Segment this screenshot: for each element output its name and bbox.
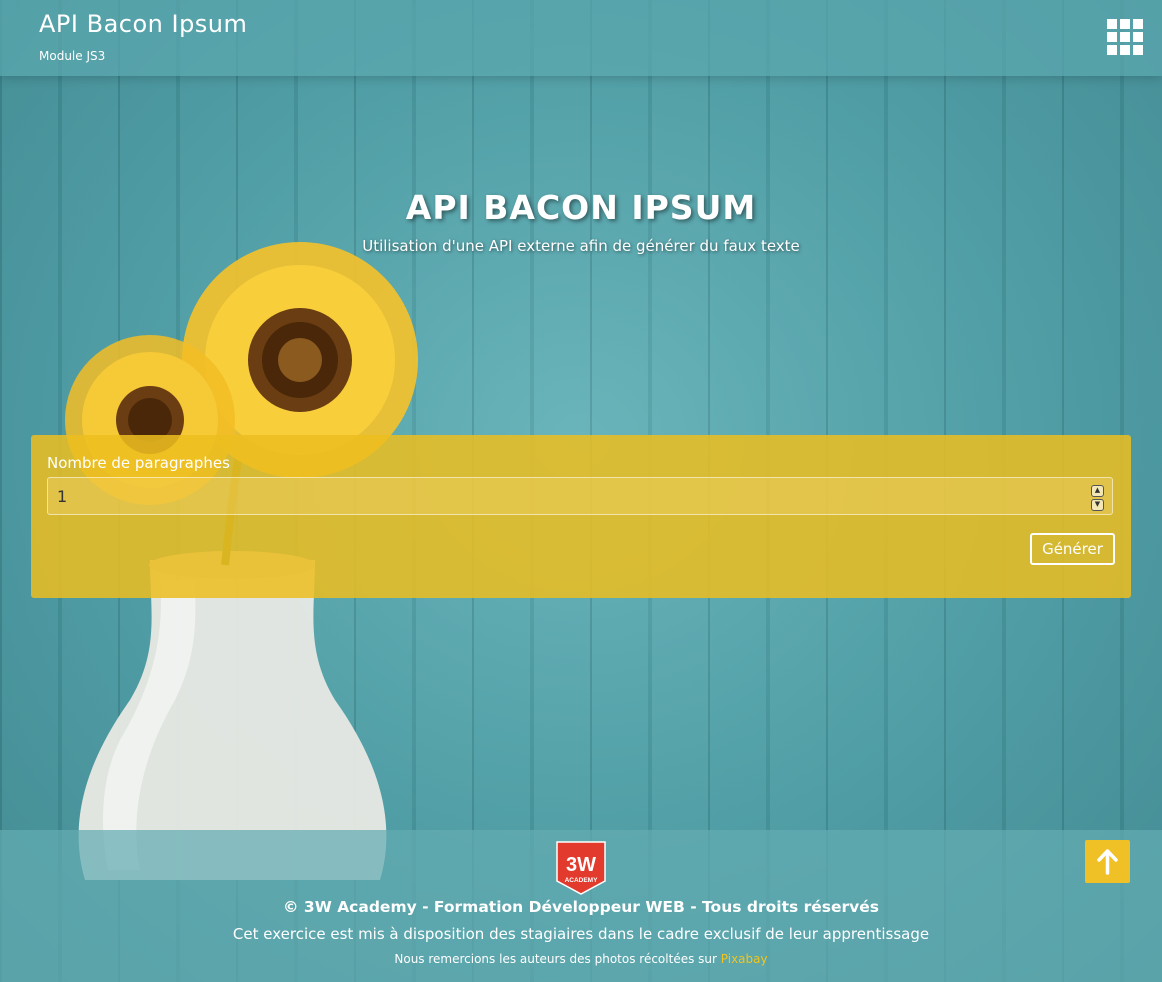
credits-prefix: Nous remercions les auteurs des photos r… (394, 952, 721, 966)
generate-button[interactable]: Générer (1030, 533, 1115, 565)
3w-academy-logo[interactable]: 3W ACADEMY (556, 841, 606, 895)
apps-grid-cell (1107, 32, 1117, 42)
site-header: API Bacon Ipsum Module JS3 (0, 0, 1162, 76)
site-subtitle: Module JS3 (39, 49, 106, 63)
apps-grid-cell (1133, 45, 1143, 55)
apps-grid-cell (1133, 19, 1143, 29)
apps-grid-cell (1107, 45, 1117, 55)
apps-grid-icon[interactable] (1107, 19, 1143, 55)
hero-title: API BACON IPSUM (405, 188, 757, 227)
paragraphs-number-input[interactable]: 1 ▲ ▼ (47, 477, 1113, 515)
apps-grid-cell (1120, 45, 1130, 55)
paragraphs-label: Nombre de paragraphes (47, 454, 230, 472)
hero-subtitle: Utilisation d'une API externe afin de gé… (362, 237, 800, 255)
site-title[interactable]: API Bacon Ipsum (39, 10, 247, 38)
chevron-up-icon[interactable]: ▲ (1091, 485, 1104, 497)
logo-text-sub: ACADEMY (565, 877, 599, 884)
logo-text-main: 3W (566, 854, 596, 876)
paragraphs-form: Nombre de paragraphes 1 ▲ ▼ Générer (31, 435, 1131, 598)
pixabay-link[interactable]: Pixabay (721, 952, 768, 966)
apps-grid-cell (1133, 32, 1143, 42)
number-spinner[interactable]: ▲ ▼ (1091, 485, 1104, 511)
paragraphs-value[interactable]: 1 (57, 487, 67, 506)
apps-grid-cell (1120, 32, 1130, 42)
notice-text: Cet exercice est mis à disposition des s… (232, 925, 930, 943)
apps-grid-cell (1120, 19, 1130, 29)
scroll-top-button[interactable] (1085, 840, 1130, 883)
chevron-down-icon[interactable]: ▼ (1091, 499, 1104, 511)
arrow-up-icon (1097, 849, 1118, 875)
site-footer: 3W ACADEMY © 3W Academy - Formation Déve… (0, 830, 1162, 982)
credits-text: Nous remercions les auteurs des photos r… (0, 952, 1162, 966)
apps-grid-cell (1107, 19, 1117, 29)
copyright-text: © 3W Academy - Formation Développeur WEB… (283, 898, 879, 916)
